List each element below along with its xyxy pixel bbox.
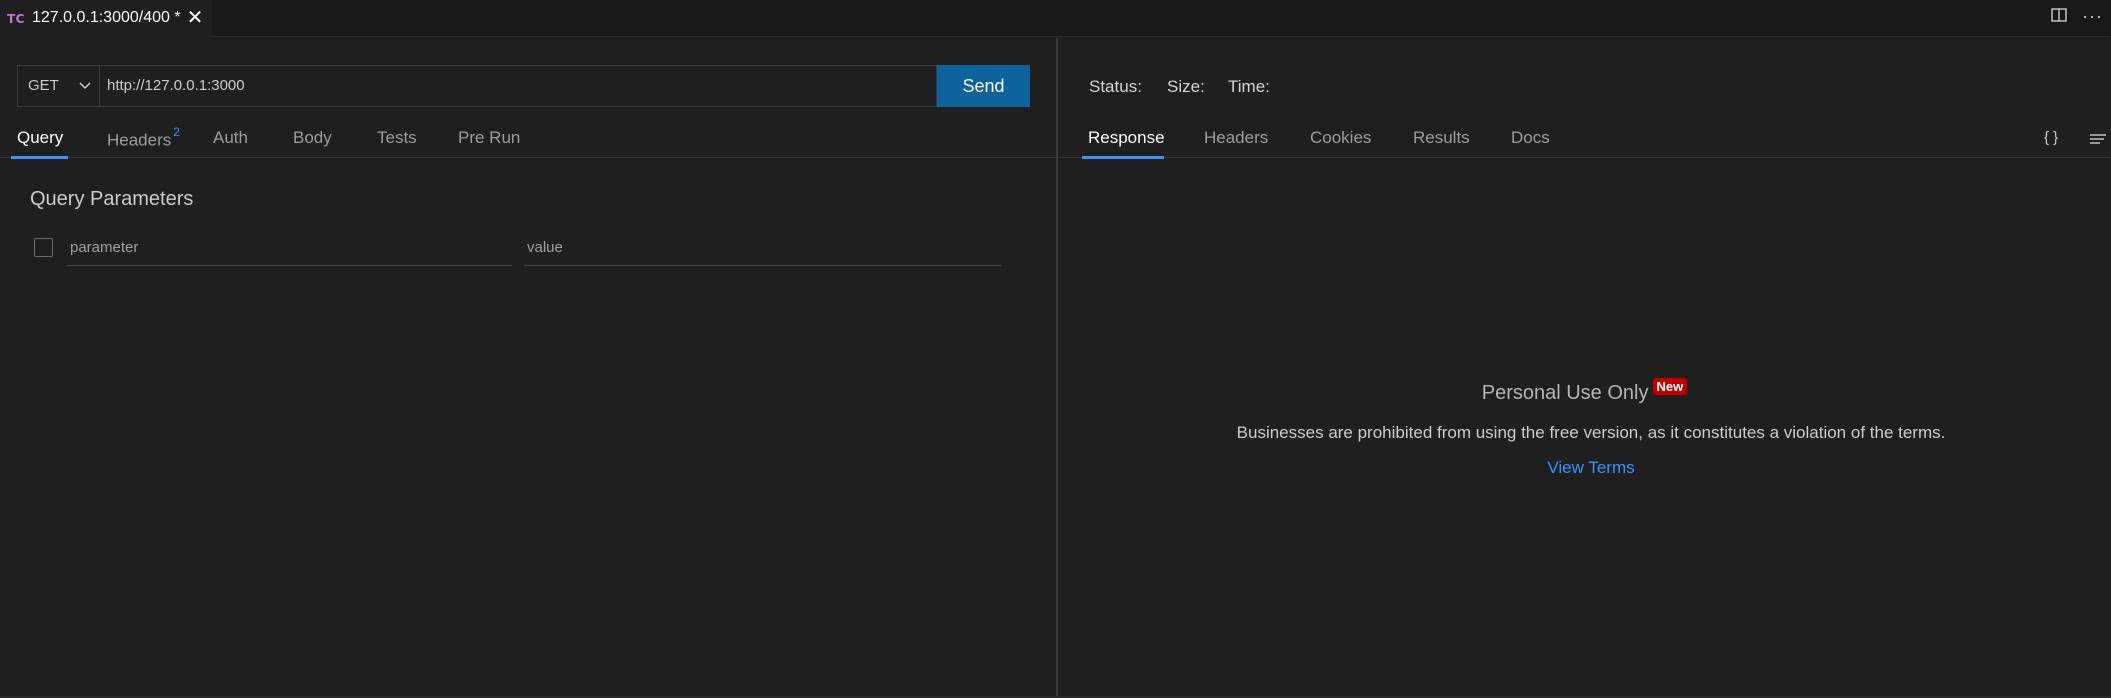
tab-auth[interactable]: Auth <box>213 128 248 148</box>
format-json-icon[interactable]: { } <box>2044 129 2058 146</box>
wrap-lines-icon[interactable] <box>2088 130 2108 153</box>
notice-description: Businesses are prohibited from using the… <box>1236 423 1946 442</box>
tab-headers[interactable]: Headers 2 <box>107 125 180 151</box>
chevron-down-icon <box>76 76 94 94</box>
response-panel: Status: Size: Time: Response Headers Coo… <box>1058 38 2111 698</box>
tab-body[interactable]: Body <box>293 128 332 148</box>
tab-pre-run[interactable]: Pre Run <box>458 128 520 148</box>
more-actions-icon[interactable]: ··· <box>2082 4 2103 28</box>
value-input[interactable]: value <box>524 238 1001 266</box>
request-tabs: Query Headers 2 Auth Body Tests Pre Run <box>0 120 1056 159</box>
param-enable-checkbox[interactable] <box>34 238 53 257</box>
parameter-input[interactable]: parameter <box>67 238 512 266</box>
response-tabs: Response Headers Cookies Results Docs { … <box>1058 120 2111 159</box>
editor-tab[interactable]: TC 127.0.0.1:3000/400 * ✕ <box>0 0 212 37</box>
tab-response-headers[interactable]: Headers <box>1204 128 1268 148</box>
headers-count-badge: 2 <box>173 125 180 139</box>
tab-cookies[interactable]: Cookies <box>1310 128 1371 148</box>
status-label: Status: <box>1089 77 1142 96</box>
notice-title: Personal Use Only <box>1481 382 1649 404</box>
tab-title: 127.0.0.1:3000/400 * <box>32 9 181 26</box>
tab-query[interactable]: Query <box>17 128 63 148</box>
tab-tests[interactable]: Tests <box>377 128 417 148</box>
view-terms-link[interactable]: View Terms <box>1058 458 2111 478</box>
request-panel: GET http://127.0.0.1:3000 Send Query Hea… <box>0 38 1056 698</box>
tab-results[interactable]: Results <box>1413 128 1470 148</box>
notice-title-row: Personal Use Only New <box>1058 378 2111 405</box>
method-select[interactable]: GET <box>17 65 99 107</box>
url-value: http://127.0.0.1:3000 <box>107 77 245 94</box>
url-input[interactable]: http://127.0.0.1:3000 <box>99 65 937 107</box>
thunder-client-icon: TC <box>7 12 25 26</box>
close-icon[interactable]: ✕ <box>186 7 204 29</box>
editor-tab-bar: TC 127.0.0.1:3000/400 * ✕ ··· <box>0 0 2111 37</box>
split-editor-icon[interactable] <box>2050 6 2068 30</box>
send-button[interactable]: Send <box>937 65 1030 107</box>
value-placeholder: value <box>527 239 563 256</box>
method-label: GET <box>28 77 59 94</box>
time-label: Time: <box>1228 77 1270 96</box>
active-tab-indicator <box>11 156 68 159</box>
tab-headers-label: Headers <box>107 130 172 150</box>
size-label: Size: <box>1167 77 1205 96</box>
new-badge: New <box>1652 378 1688 395</box>
active-tab-indicator <box>1082 156 1164 159</box>
parameter-placeholder: parameter <box>70 239 139 256</box>
tab-docs[interactable]: Docs <box>1511 128 1550 148</box>
query-parameters-title: Query Parameters <box>30 188 194 210</box>
tab-response[interactable]: Response <box>1088 128 1165 148</box>
